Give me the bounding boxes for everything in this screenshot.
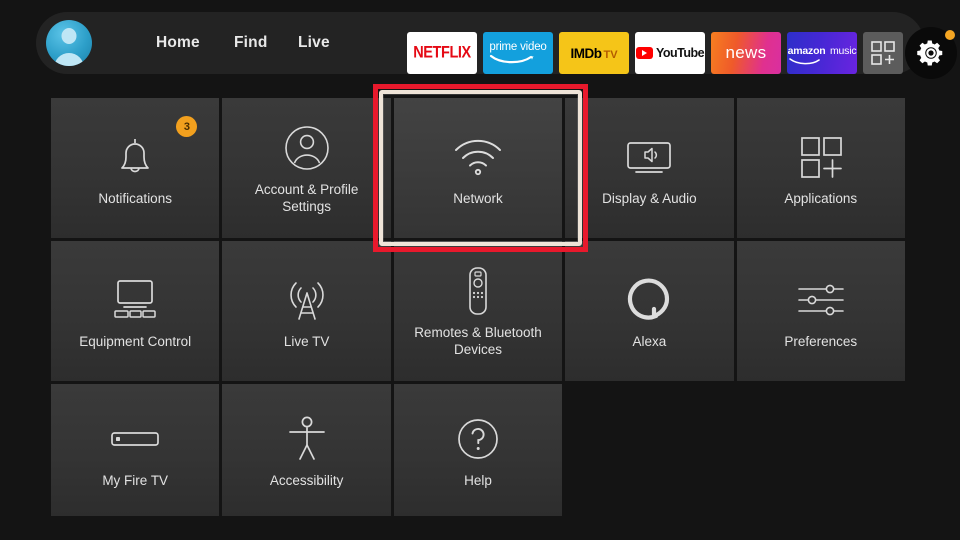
tile-label: Notifications <box>98 190 172 206</box>
tile-notifications[interactable]: 3 Notifications <box>51 98 220 238</box>
app-tile-amazon-music[interactable]: amazon music <box>787 32 857 74</box>
tile-my-fire-tv[interactable]: My Fire TV <box>51 384 220 516</box>
tile-account-profile-settings[interactable]: Account & Profile Settings <box>222 98 391 238</box>
tile-label: Preferences <box>784 333 858 349</box>
tile-applications[interactable]: Applications <box>736 98 905 238</box>
tile-equipment-control[interactable]: Equipment Control <box>51 241 220 381</box>
amazon-music-suffix-text: music <box>829 44 857 57</box>
avatar-head <box>61 28 77 44</box>
accessibility-icon <box>222 412 390 466</box>
tv-devices-icon <box>51 273 219 327</box>
tile-preferences[interactable]: Preferences <box>736 241 905 381</box>
app-tile-news[interactable]: news <box>711 32 781 74</box>
app-tile-prime-video[interactable]: prime video <box>483 32 553 74</box>
apps-grid-icon <box>870 40 896 66</box>
tile-label: Help <box>464 472 492 488</box>
tile-help[interactable]: Help <box>393 384 563 516</box>
app-tile-imdb-tv[interactable]: IMDb TV <box>559 32 629 74</box>
tile-remotes-bluetooth-devices[interactable]: Remotes & Bluetooth Devices <box>393 241 563 381</box>
amazon-music-brand-text: amazon <box>787 44 826 57</box>
tile-live-tv[interactable]: Live TV <box>222 241 391 381</box>
settings-tile-grid: 3 Notifications Account & Profile Settin… <box>51 98 905 516</box>
tile-alexa[interactable]: Alexa <box>565 241 734 381</box>
firestick-icon <box>51 412 219 466</box>
tile-display-audio[interactable]: Display & Audio <box>565 98 734 238</box>
tile-label: Applications <box>784 190 858 206</box>
amazon-smile-icon <box>788 57 857 65</box>
remote-icon <box>394 264 562 318</box>
alexa-ring-icon <box>565 273 733 327</box>
apps-squares-icon <box>737 130 905 184</box>
prime-video-logo-text: prime video <box>489 40 547 53</box>
tile-label: Accessibility <box>269 472 344 488</box>
netflix-logo-text: NETFLIX <box>413 44 471 62</box>
sliders-icon <box>737 273 905 327</box>
tile-label: Account & Profile Settings <box>254 182 359 214</box>
tile-network[interactable]: Network <box>393 98 563 238</box>
tile-label: My Fire TV <box>102 472 169 488</box>
youtube-play-icon <box>635 47 653 59</box>
app-tile-youtube[interactable]: YouTube <box>635 32 705 74</box>
question-circle-icon <box>394 412 562 466</box>
nav-item-live[interactable]: Live <box>298 34 330 52</box>
avatar-body <box>54 53 84 66</box>
tile-accessibility[interactable]: Accessibility <box>222 384 391 516</box>
nav-item-find[interactable]: Find <box>234 34 268 52</box>
app-tile-all-apps[interactable] <box>863 32 903 74</box>
news-logo-text: news <box>725 43 767 62</box>
settings-notification-dot <box>945 30 955 40</box>
wifi-icon <box>394 130 562 184</box>
settings-button[interactable] <box>905 27 957 79</box>
bell-icon <box>51 130 219 184</box>
prime-smile-icon <box>489 54 546 64</box>
tile-label: Live TV <box>283 333 330 349</box>
imdb-tv-suffix: TV <box>603 48 618 61</box>
app-tile-netflix[interactable]: NETFLIX <box>407 32 477 74</box>
person-icon <box>222 121 390 175</box>
imdb-logo-text: IMDb <box>570 45 602 61</box>
gear-icon <box>916 38 946 68</box>
tile-label: Network <box>453 190 503 206</box>
tile-label: Equipment Control <box>79 333 192 349</box>
top-navigation-bar: Home Find Live NETFLIX prime video IMDb <box>36 12 957 79</box>
tile-label: Alexa <box>632 333 667 349</box>
tv-speaker-icon <box>565 130 733 184</box>
profile-avatar[interactable] <box>46 20 92 66</box>
youtube-logo-text: YouTube <box>655 46 705 60</box>
nav-item-home[interactable]: Home <box>156 34 200 52</box>
fire-tv-settings-screen: Home Find Live NETFLIX prime video IMDb <box>0 0 960 540</box>
antenna-icon <box>222 273 390 327</box>
tile-label: Remotes & Bluetooth Devices <box>414 325 542 357</box>
tile-label: Display & Audio <box>602 190 697 206</box>
